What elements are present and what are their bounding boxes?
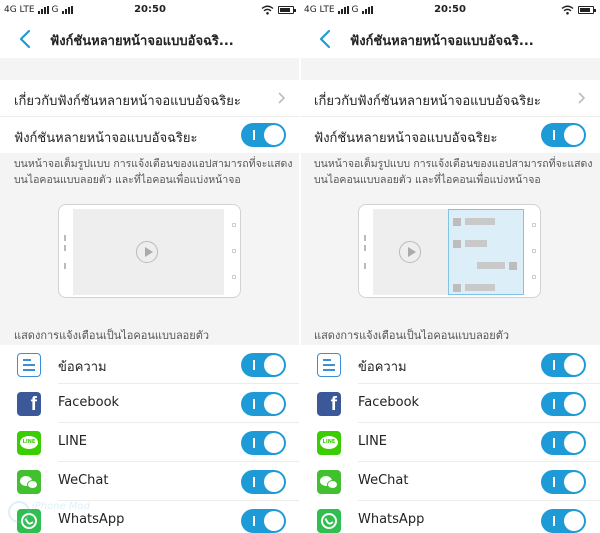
page-title: ฟังก์ชันหลายหน้าจอแบบอัจฉริ... <box>350 34 534 49</box>
floating-window-preview <box>448 209 524 295</box>
app-name: Facebook <box>358 395 420 410</box>
play-icon <box>136 241 158 263</box>
about-row[interactable]: เกี่ยวกับฟังก์ชันหลายหน้าจอแบบอัจฉริยะ <box>300 80 600 117</box>
list-item: WeChat <box>300 462 600 501</box>
app-name: Facebook <box>58 395 120 410</box>
list-item: f Facebook <box>300 384 600 423</box>
app-toggle-switch[interactable] <box>241 470 286 494</box>
list-item: f Facebook <box>0 384 300 423</box>
app-toggle-switch[interactable] <box>541 392 586 416</box>
line-icon-text: LINE <box>20 436 38 449</box>
app-name: ข้อความ <box>358 360 407 375</box>
chevron-right-icon <box>578 92 586 104</box>
messages-icon <box>17 353 41 377</box>
app-toggle-switch[interactable] <box>541 470 586 494</box>
facebook-icon: f <box>317 392 341 416</box>
line-icon: LINE <box>317 431 341 455</box>
chevron-right-icon <box>278 92 286 104</box>
list-item: WhatsApp <box>300 501 600 533</box>
back-icon[interactable] <box>16 27 36 51</box>
whatsapp-icon <box>17 509 41 533</box>
settings-screen-left: 4G LTE G 20:50 ฟังก์ชันหลายหน้าจอแบบอัจฉ… <box>0 0 300 533</box>
top-bar: ฟังก์ชันหลายหน้าจอแบบอัจฉริ... <box>300 20 600 58</box>
whatsapp-icon <box>317 509 341 533</box>
feature-toggle-label: ฟังก์ชันหลายหน้าจอแบบอัจฉริยะ <box>314 131 498 146</box>
wifi-icon <box>261 5 274 15</box>
app-name: WeChat <box>358 473 409 488</box>
settings-screen-right: 4G LTE G 20:50 ฟังก์ชันหลายหน้าจอแบบอัจฉ… <box>300 0 600 533</box>
app-name: WhatsApp <box>58 512 125 527</box>
messages-icon <box>317 353 341 377</box>
about-row[interactable]: เกี่ยวกับฟังก์ชันหลายหน้าจอแบบอัจฉริยะ <box>0 80 300 117</box>
list-item: WeChat <box>0 462 300 501</box>
feature-description: บนหน้าจอเต็มรูปแบบ การแจ้งเตือนของแอปสาม… <box>314 158 593 186</box>
app-toggle-switch[interactable] <box>241 431 286 455</box>
feature-toggle-label: ฟังก์ชันหลายหน้าจอแบบอัจฉริยะ <box>14 131 198 146</box>
battery-icon <box>278 6 296 14</box>
app-toggle-switch[interactable] <box>541 431 586 455</box>
app-list: ข้อความ f Facebook LINE LINE WeChat What… <box>300 345 600 533</box>
clock: 20:50 <box>134 4 166 15</box>
page-title: ฟังก์ชันหลายหน้าจอแบบอัจฉริ... <box>50 34 234 49</box>
app-toggle-switch[interactable] <box>241 392 286 416</box>
battery-icon <box>578 6 596 14</box>
section-label: แสดงการแจ้งเตือนเป็นไอคอนแบบลอยตัว <box>314 329 510 342</box>
line-icon-text: LINE <box>320 436 338 449</box>
feature-toggle-row: ฟังก์ชันหลายหน้าจอแบบอัจฉริยะ <box>300 117 600 153</box>
app-name: LINE <box>358 434 388 449</box>
feature-description: บนหน้าจอเต็มรูปแบบ การแจ้งเตือนของแอปสาม… <box>14 158 293 186</box>
line-icon: LINE <box>17 431 41 455</box>
status-bar: 4G LTE G 20:50 <box>300 0 600 20</box>
clock: 20:50 <box>434 4 466 15</box>
phone-illustration <box>58 204 241 298</box>
list-item: LINE LINE <box>300 423 600 462</box>
list-item: ข้อความ <box>0 345 300 384</box>
feature-toggle-row: ฟังก์ชันหลายหน้าจอแบบอัจฉริยะ <box>0 117 300 153</box>
feature-toggle-switch[interactable] <box>541 123 586 147</box>
list-item: WhatsApp <box>0 501 300 533</box>
app-list: ข้อความ f Facebook LINE LINE WeChat What… <box>0 345 300 533</box>
app-toggle-switch[interactable] <box>241 353 286 377</box>
facebook-icon: f <box>17 392 41 416</box>
app-toggle-switch[interactable] <box>541 353 586 377</box>
app-name: WeChat <box>58 473 109 488</box>
feature-toggle-switch[interactable] <box>241 123 286 147</box>
list-item: LINE LINE <box>0 423 300 462</box>
status-bar: 4G LTE G 20:50 <box>0 0 300 20</box>
wechat-icon <box>317 470 341 494</box>
app-name: WhatsApp <box>358 512 425 527</box>
app-name: ข้อความ <box>58 360 107 375</box>
phone-illustration <box>358 204 541 298</box>
section-label: แสดงการแจ้งเตือนเป็นไอคอนแบบลอยตัว <box>14 329 210 342</box>
app-toggle-switch[interactable] <box>241 509 286 533</box>
wechat-icon <box>17 470 41 494</box>
play-icon <box>399 241 421 263</box>
back-icon[interactable] <box>316 27 336 51</box>
about-label: เกี่ยวกับฟังก์ชันหลายหน้าจอแบบอัจฉริยะ <box>314 94 541 109</box>
list-item: ข้อความ <box>300 345 600 384</box>
app-name: LINE <box>58 434 88 449</box>
screenshot-stage: 4G LTE G 20:50 ฟังก์ชันหลายหน้าจอแบบอัจฉ… <box>0 0 600 533</box>
wifi-icon <box>561 5 574 15</box>
about-label: เกี่ยวกับฟังก์ชันหลายหน้าจอแบบอัจฉริยะ <box>14 94 241 109</box>
app-toggle-switch[interactable] <box>541 509 586 533</box>
top-bar: ฟังก์ชันหลายหน้าจอแบบอัจฉริ... <box>0 20 300 58</box>
